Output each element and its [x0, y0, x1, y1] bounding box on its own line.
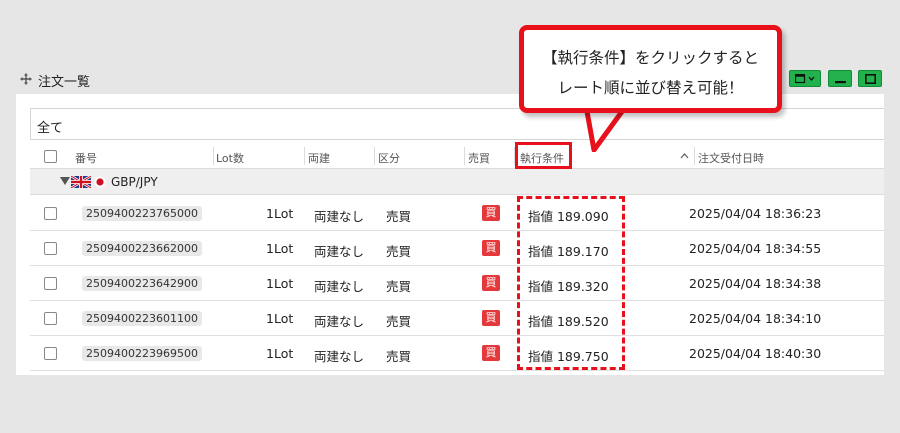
row-checkbox[interactable]: [44, 207, 57, 220]
ryodate-value: 両建なし: [314, 244, 365, 259]
row-checkbox[interactable]: [44, 347, 57, 360]
row-checkbox[interactable]: [44, 312, 57, 325]
lot-value: 1Lot: [266, 311, 294, 326]
column-divider: [304, 147, 305, 165]
kubun-value: 売買: [386, 244, 412, 259]
ryodate-value: 両建なし: [314, 209, 365, 224]
column-header-number[interactable]: 番号: [75, 150, 97, 166]
order-number: 2509400223601100: [82, 311, 202, 326]
column-header-ryodate[interactable]: 両建: [308, 150, 330, 166]
japan-flag-icon: [94, 176, 106, 188]
lot-value: 1Lot: [266, 206, 294, 221]
received-time-value: 2025/04/04 18:36:23: [689, 206, 822, 221]
order-number: 2509400223662000: [82, 241, 202, 256]
column-divider: [694, 147, 695, 165]
sort-ascending-icon[interactable]: [680, 152, 689, 160]
buy-badge: 買: [482, 240, 500, 256]
received-time-value: 2025/04/04 18:40:30: [689, 346, 822, 361]
table-row[interactable]: 2509400223662000 1Lot 両建なし 売買買指値 189.170 202…: [30, 231, 884, 266]
received-time-value: 2025/04/04 18:34:38: [689, 276, 822, 291]
layout-window-icon: [795, 74, 815, 84]
filter-value: 全て: [37, 121, 64, 136]
buy-badge: 買: [482, 345, 500, 361]
move-icon[interactable]: [20, 73, 32, 85]
lot-value: 1Lot: [266, 241, 294, 256]
column-header-lot[interactable]: Lot数: [216, 150, 244, 166]
table-row[interactable]: 2509400223765000 1Lot 両建なし 売買買指値 189.090 202…: [30, 196, 884, 231]
received-time-value: 2025/04/04 18:34:55: [689, 241, 822, 256]
lot-value: 1Lot: [266, 276, 294, 291]
callout-text-line1: 【執行条件】をクリックすると: [541, 49, 759, 67]
table-row[interactable]: 2509400223601100 1Lot 両建なし 売買買指値 189.520 202…: [30, 301, 884, 336]
column-header-received-time[interactable]: 注文受付日時: [698, 150, 764, 166]
order-list-panel: 全て 番号 Lot数 両建 区分 売買 執行条件 注文受付日時 GBP/JPY …: [16, 94, 884, 375]
maximize-button[interactable]: [858, 70, 882, 87]
select-all-checkbox[interactable]: [44, 150, 57, 163]
condition-column-highlight: [517, 196, 625, 370]
uk-flag-icon: [71, 176, 91, 188]
collapse-triangle-icon[interactable]: [60, 177, 70, 185]
kubun-value: 売買: [386, 209, 412, 224]
kubun-value: 売買: [386, 279, 412, 294]
buy-badge: 買: [482, 205, 500, 221]
order-number: 2509400223642900: [82, 276, 202, 291]
table-header: 番号 Lot数 両建 区分 売買 執行条件 注文受付日時: [30, 145, 884, 169]
currency-pair-label: GBP/JPY: [111, 175, 158, 189]
column-header-kubun[interactable]: 区分: [378, 150, 400, 166]
table-row[interactable]: 2509400223642900 1Lot 両建なし 売買買指値 189.320 202…: [30, 266, 884, 301]
minimize-icon: [835, 81, 846, 84]
order-number: 2509400223969500: [82, 346, 202, 361]
callout-tooltip: 【執行条件】をクリックすると レート順に並び替え可能！: [519, 25, 782, 113]
column-header-baibai[interactable]: 売買: [468, 150, 490, 166]
panel-title: 注文一覧: [38, 75, 91, 90]
received-time-value: 2025/04/04 18:34:10: [689, 311, 822, 326]
row-checkbox[interactable]: [44, 242, 57, 255]
callout-text-line2: レート順に並び替え可能！: [557, 79, 744, 97]
maximize-icon: [865, 74, 876, 84]
kubun-value: 売買: [386, 314, 412, 329]
ryodate-value: 両建なし: [314, 279, 365, 294]
column-divider: [374, 147, 375, 165]
layout-menu-button[interactable]: [789, 70, 821, 87]
lot-value: 1Lot: [266, 346, 294, 361]
minimize-button[interactable]: [828, 70, 852, 87]
table-row[interactable]: 2509400223969500 1Lot 両建なし 売買買指値 189.750 202…: [30, 336, 884, 371]
buy-badge: 買: [482, 275, 500, 291]
ryodate-value: 両建なし: [314, 314, 365, 329]
currency-group-row[interactable]: GBP/JPY: [30, 169, 884, 195]
row-checkbox[interactable]: [44, 277, 57, 290]
column-divider: [213, 147, 214, 165]
column-divider: [464, 147, 465, 165]
ryodate-value: 両建なし: [314, 349, 365, 364]
buy-badge: 買: [482, 310, 500, 326]
kubun-value: 売買: [386, 349, 412, 364]
condition-header-highlight: [515, 142, 572, 169]
order-number: 2509400223765000: [82, 206, 202, 221]
